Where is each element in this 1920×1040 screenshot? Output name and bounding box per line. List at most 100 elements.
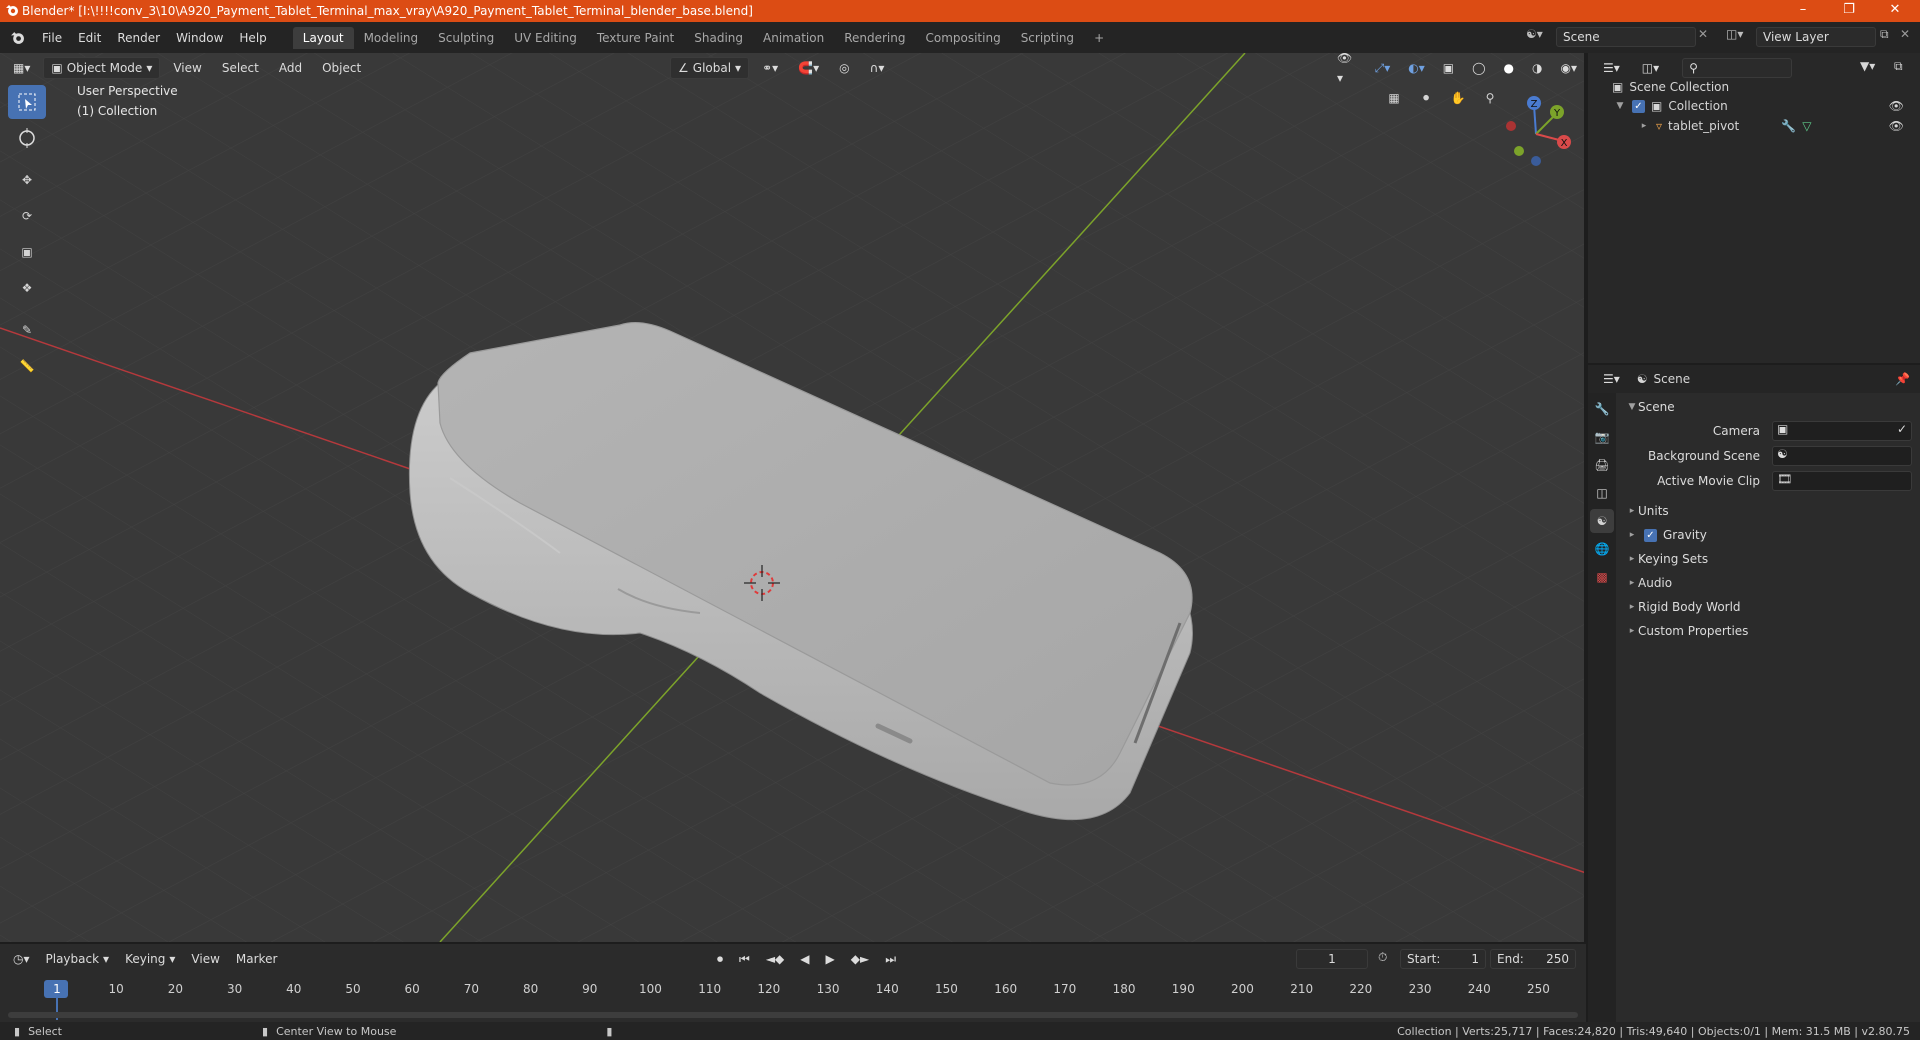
collection-checkbox[interactable]: ✓ [1632,99,1645,113]
solid-shading-icon[interactable]: ● [1497,57,1521,79]
record-icon[interactable]: ⏺ [710,948,730,970]
snap-icon[interactable]: 🧲▾ [791,57,826,79]
custom-properties-panel-header[interactable]: ▸ Custom Properties [1588,619,1920,643]
transform-tool-icon[interactable]: ❖ [8,271,46,305]
wireframe-shading-icon[interactable]: ◯ [1465,57,1492,79]
tab-sculpting[interactable]: Sculpting [428,27,504,49]
camera-field[interactable]: ▣ ✓ [1772,421,1912,441]
frame-ruler[interactable]: 1 10 20 30 40 50 60 70 80 90 100 110 120 130 140 150 160… [0,972,1586,1022]
menu-help[interactable]: Help [231,27,274,49]
active-movie-clip-field[interactable]: 🎞 [1772,471,1912,491]
play-reverse-icon[interactable]: ◀ [793,948,816,970]
move-tool-icon[interactable]: ✥ [8,163,46,197]
scene-close-icon[interactable]: ✕ [1698,27,1708,41]
display-mode-icon[interactable]: ◫▾ [1635,57,1666,79]
menu-window[interactable]: Window [168,27,231,49]
new-view-layer-icon[interactable]: ⧉ [1880,27,1889,42]
jump-end-icon[interactable]: ⏭ [878,948,903,970]
add-workspace-icon[interactable]: + [1084,27,1114,49]
outliner-editor-type-icon[interactable]: ☰▾ [1596,57,1627,79]
measure-tool-icon[interactable]: 📏 [8,349,46,383]
tab-modeling[interactable]: Modeling [354,27,429,49]
filter-icon[interactable]: ▼▾ [1860,59,1875,73]
eye-icon[interactable]: 👁 [1889,99,1904,113]
menu-file[interactable]: File [34,27,70,49]
keying-sets-panel-header[interactable]: ▸ Keying Sets [1588,547,1920,571]
scene-name-field[interactable]: Scene [1556,27,1696,47]
gravity-checkbox[interactable]: ✓ [1644,528,1657,542]
jump-start-icon[interactable]: ⏮ [732,948,757,970]
scene-selector-icon[interactable]: ☯▾ [1526,27,1543,41]
timeline-editor-type-icon[interactable]: ◷▾ [6,948,37,970]
expand-arrow-icon[interactable]: ▸ [1638,121,1650,131]
pin-icon[interactable]: 📌 [1895,372,1910,386]
overlay-toggle-icon[interactable]: ◐▾ [1401,57,1432,79]
camera-view-icon[interactable]: ⚫ [1414,86,1438,110]
tab-layout[interactable]: Layout [292,26,354,49]
timeline-menu-marker[interactable]: Marker [229,948,284,970]
stopwatch-icon[interactable]: ⏱ [1378,950,1387,965]
background-scene-field[interactable]: ☯ [1772,446,1912,466]
select-box-tool-icon[interactable] [8,85,46,119]
tab-texture-paint[interactable]: Texture Paint [587,27,684,49]
blender-menu-icon[interactable] [0,30,34,45]
xray-toggle-icon[interactable]: ▣ [1436,57,1461,79]
play-icon[interactable]: ▶ [819,948,842,970]
close-icon[interactable]: ✕ [1872,0,1918,22]
view-layer-icon[interactable]: ◫▾ [1726,27,1743,41]
menu-render[interactable]: Render [109,27,168,49]
editor-type-icon[interactable]: ▦▾ [6,57,37,79]
scale-tool-icon[interactable]: ▣ [8,235,46,269]
start-frame-field[interactable]: Start: 1 [1400,949,1486,969]
tab-scripting[interactable]: Scripting [1011,27,1084,49]
outliner-row-object[interactable]: ▸ ▿ tablet_pivot 🔧 ▽ 👁 [1638,119,1914,133]
menu-edit[interactable]: Edit [70,27,109,49]
rotate-tool-icon[interactable]: ⟳ [8,199,46,233]
timeline-menu-playback[interactable]: Playback ▾ [39,948,117,970]
pan-hand-icon[interactable]: ✋ [1446,86,1470,110]
timeline-menu-keying[interactable]: Keying ▾ [118,948,182,970]
annotate-tool-icon[interactable]: ✎ [8,313,46,347]
timeline-scrollbar[interactable] [8,1012,1578,1018]
falloff-icon[interactable]: ∩▾ [863,57,892,79]
proportional-edit-icon[interactable]: ◎ [832,57,856,79]
outliner-row-scene-collection[interactable]: ▣ Scene Collection [1612,80,1729,94]
viewport-menu-select[interactable]: Select [215,57,266,79]
restore-icon[interactable]: ❐ [1826,0,1872,22]
end-frame-field[interactable]: End: 250 [1490,949,1576,969]
ortho-grid-icon[interactable]: ▦ [1382,86,1406,110]
tab-rendering[interactable]: Rendering [834,27,915,49]
scene-section-header[interactable]: ▼ Scene [1588,395,1920,419]
audio-panel-header[interactable]: ▸ Audio [1588,571,1920,595]
current-frame-field[interactable]: 1 [1296,949,1368,969]
prev-keyframe-icon[interactable]: ◄◆ [759,948,791,970]
cursor-tool-icon[interactable] [8,121,46,155]
tab-compositing[interactable]: Compositing [915,27,1010,49]
outliner-search-input[interactable]: ⚲ [1682,58,1793,78]
axis-gizmo[interactable]: Z Y X [1496,88,1576,168]
tab-uv-editing[interactable]: UV Editing [504,27,587,49]
tab-animation[interactable]: Animation [753,27,834,49]
eye-icon[interactable]: 👁 [1889,119,1904,133]
material-shading-icon[interactable]: ◑ [1525,57,1549,79]
outliner-row-collection[interactable]: ▼ ✓ ▣ Collection 👁 [1614,99,1914,113]
new-collection-icon[interactable]: ⧉ [1894,59,1903,74]
viewport-menu-add[interactable]: Add [272,57,309,79]
eyedropper-icon[interactable]: ✓ [1897,422,1907,436]
object-mode-dropdown[interactable]: ▣ Object Mode ▾ [43,57,161,79]
visibility-icon[interactable]: 👁▾ [1330,53,1364,85]
gravity-panel-header[interactable]: ▸ ✓ Gravity [1588,523,1920,547]
viewport-menu-object[interactable]: Object [315,57,368,79]
viewport-menu-view[interactable]: View [166,57,208,79]
gizmo-toggle-icon[interactable]: ⤢▾ [1368,57,1398,79]
rigid-body-world-panel-header[interactable]: ▸ Rigid Body World [1588,595,1920,619]
tab-shading[interactable]: Shading [684,27,753,49]
next-keyframe-icon[interactable]: ◆► [844,948,876,970]
view-layer-field[interactable]: View Layer [1756,27,1876,47]
minimize-icon[interactable]: – [1780,0,1826,22]
3d-viewport[interactable]: ▦▾ ▣ Object Mode ▾ View Select Add Object … [0,53,1586,942]
units-panel-header[interactable]: ▸ Units [1588,499,1920,523]
transform-orientation-dropdown[interactable]: ∠ Global ▾ [670,57,750,79]
rendered-shading-icon[interactable]: ◉▾ [1554,57,1585,79]
pivot-point-icon[interactable]: ⚭▾ [755,57,785,79]
